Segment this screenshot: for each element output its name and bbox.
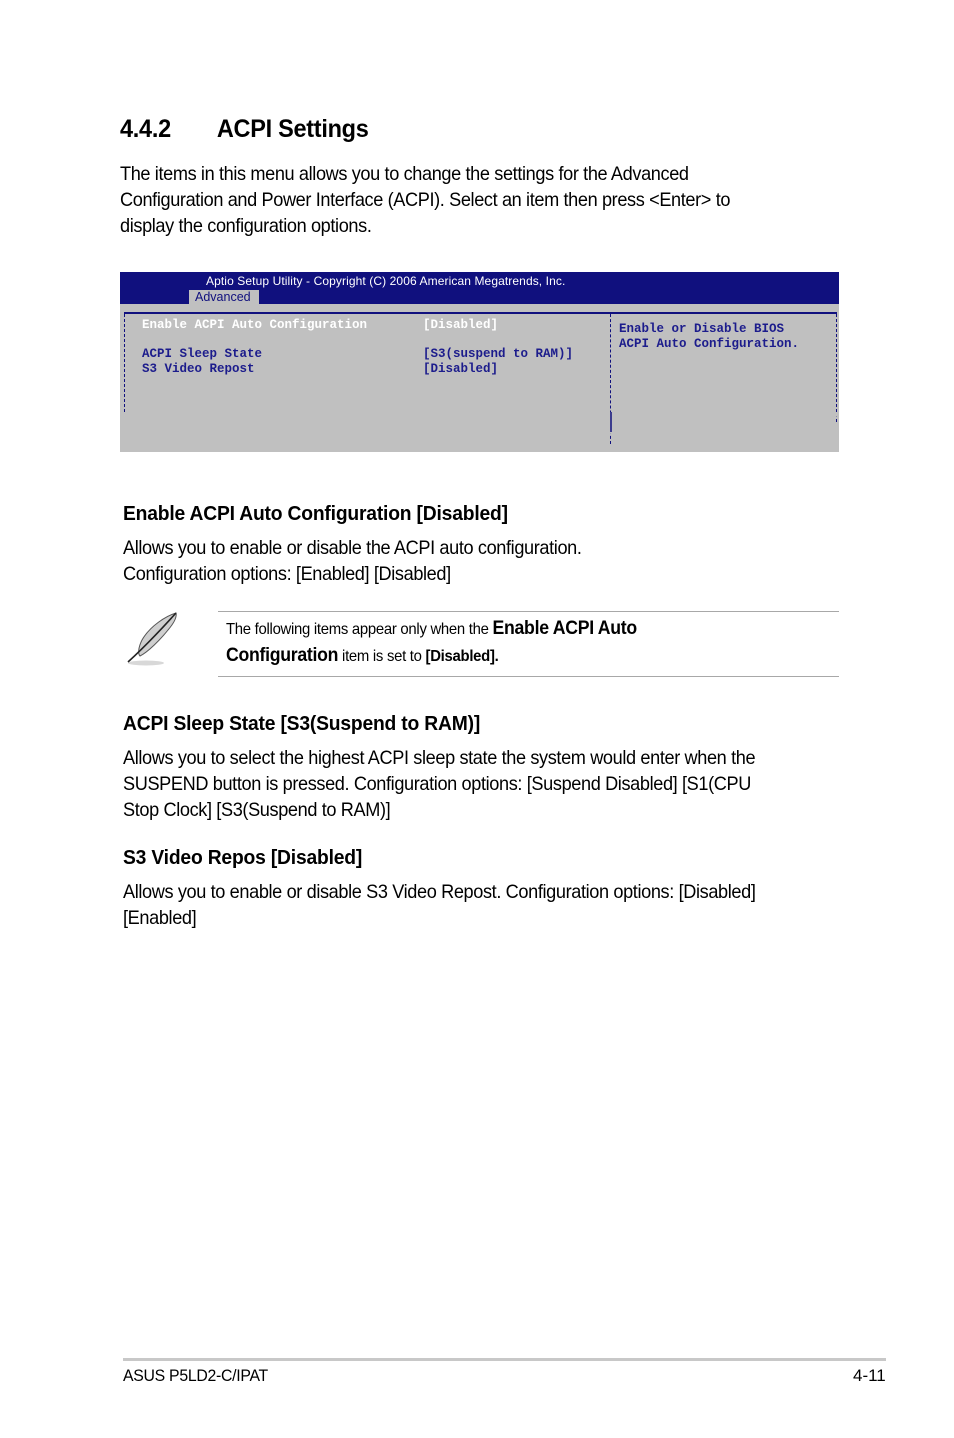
footer-page-number: 4-11 xyxy=(853,1366,886,1385)
note-text-bold: Enable ACPI Auto xyxy=(492,618,637,639)
item-heading: Enable ACPI Auto Configuration [Disabled… xyxy=(123,502,508,525)
note-text-part: The following items appear only when the xyxy=(226,621,493,638)
item-description-line: Configuration options: [Enabled] [Disabl… xyxy=(123,563,451,585)
bios-screenshot: Aptio Setup Utility - Copyright (C) 2006… xyxy=(120,272,839,452)
bios-tab-advanced[interactable]: Advanced xyxy=(189,290,259,304)
item-description-line: Allows you to select the highest ACPI sl… xyxy=(123,747,756,769)
section-number: 4.4.2 xyxy=(120,115,171,143)
item-description: Allows you to select the highest ACPI sl… xyxy=(123,745,843,823)
footer-divider xyxy=(123,1358,886,1361)
item-description-line: Allows you to enable or disable S3 Video… xyxy=(123,881,756,903)
bios-item-label[interactable]: S3 Video Repost xyxy=(142,362,255,376)
item-description-line: Allows you to enable or disable the ACPI… xyxy=(123,537,582,559)
bios-header: Aptio Setup Utility - Copyright (C) 2006… xyxy=(120,272,839,304)
bios-item-value[interactable]: [Disabled] xyxy=(423,362,498,376)
note-text-bold: [Disabled]. xyxy=(425,648,499,665)
item-description: Allows you to enable or disable S3 Video… xyxy=(123,879,843,931)
feather-pen-icon xyxy=(120,610,182,668)
bios-help-text: ACPI Auto Configuration. xyxy=(619,337,800,351)
intro-paragraph: The items in this menu allows you to cha… xyxy=(120,161,840,239)
note-divider-bottom xyxy=(218,676,839,677)
item-heading: S3 Video Repos [Disabled] xyxy=(123,846,363,869)
bios-item-value[interactable]: [S3(suspend to RAM)] xyxy=(423,347,573,361)
intro-line: display the configuration options. xyxy=(120,215,372,237)
bios-frame-right xyxy=(836,314,837,422)
bios-item-label-selected[interactable]: Enable ACPI Auto Configuration xyxy=(142,318,367,332)
intro-line: Configuration and Power Interface (ACPI)… xyxy=(120,189,731,211)
section-title: 4.4.2 ACPI Settings xyxy=(120,115,369,144)
item-description: Allows you to enable or disable the ACPI… xyxy=(123,535,843,587)
note-text-bold: Configuration xyxy=(226,645,339,666)
item-description-line: Stop Clock] [S3(Suspend to RAM)] xyxy=(123,799,391,821)
item-description-line: [Enabled] xyxy=(123,907,197,929)
torn-edge xyxy=(120,412,839,449)
bios-item-value-selected[interactable]: [Disabled] xyxy=(423,318,498,332)
bios-help-text: Enable or Disable BIOS xyxy=(619,322,785,336)
bios-item-label[interactable]: ACPI Sleep State xyxy=(142,347,262,361)
note-text: The following items appear only when the… xyxy=(226,616,668,670)
bios-frame-top xyxy=(124,312,837,314)
item-heading: ACPI Sleep State [S3(Suspend to RAM)] xyxy=(123,712,481,735)
note-divider-top xyxy=(218,611,839,612)
item-description-line: SUSPEND button is pressed. Configuration… xyxy=(123,773,751,795)
note-text-part: item is set to xyxy=(338,648,426,665)
bios-frame-left xyxy=(124,314,125,422)
section-title-text: ACPI Settings xyxy=(216,115,369,143)
bios-header-title: Aptio Setup Utility - Copyright (C) 2006… xyxy=(206,274,566,288)
footer-product: ASUS P5LD2-C/IPAT xyxy=(123,1366,268,1385)
intro-line: The items in this menu allows you to cha… xyxy=(120,163,689,185)
